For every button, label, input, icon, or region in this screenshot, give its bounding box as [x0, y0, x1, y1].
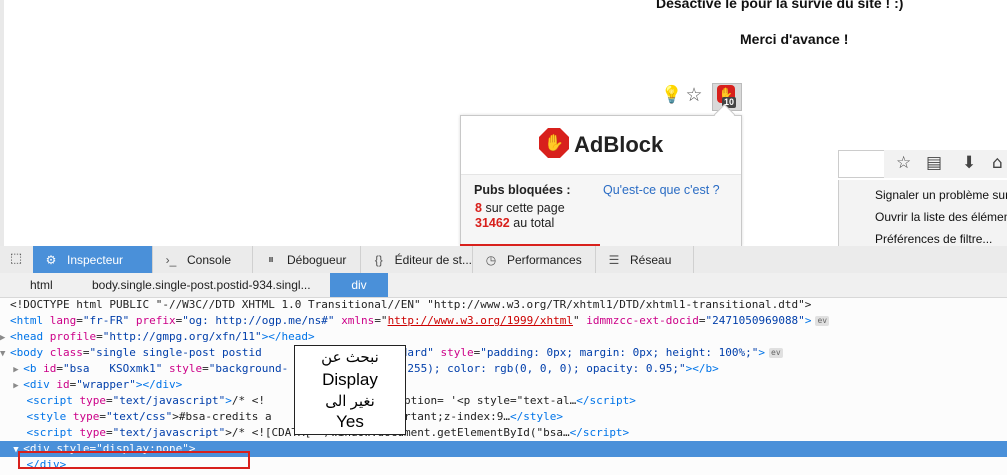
collapse-arrow-icon[interactable]: ▼	[0, 346, 10, 362]
markup-line-wrapper[interactable]: ▶ <div id="wrapper"></div>	[0, 377, 1007, 393]
markup-line-head[interactable]: ▶ <head profile="http://gmpg.org/xfn/11">…	[0, 329, 1007, 345]
page-message-line2: Merci d'avance !	[740, 31, 849, 47]
network-icon: ☰	[608, 252, 620, 267]
event-badge[interactable]: ev	[815, 316, 830, 326]
webpage-area: Désactive le pour la survie du site ! :)…	[0, 0, 1007, 247]
page-left-border	[0, 0, 4, 246]
menu-item-report[interactable]: Signaler un problème sur	[875, 188, 1007, 202]
event-badge[interactable]: ev	[769, 348, 783, 358]
popup-title: AdBlock	[574, 132, 664, 157]
page-count-label: sur cette page	[485, 201, 565, 215]
adblock-popup: ✋ AdBlock Pubs bloquées : Qu'est-ce que …	[460, 115, 742, 247]
page-count-row: 8 sur cette page	[475, 201, 565, 215]
expand-arrow-icon[interactable]: ▶	[13, 378, 23, 394]
markup-line-script2[interactable]: <script type="text/javascript">/* <![CDA…	[0, 425, 1007, 441]
markup-line-html[interactable]: <html lang="fr-FR" prefix="og: http://og…	[0, 313, 1007, 329]
total-count-row: 31462 au total	[475, 216, 554, 230]
markup-line-doctype[interactable]: <!DOCTYPE html PUBLIC "-//W3C//DTD XHTML…	[0, 297, 1007, 313]
console-icon: ›_	[165, 252, 177, 267]
breadcrumb: html body.single.single-post.postid-934.…	[0, 273, 1007, 298]
home-icon[interactable]: ⌂	[992, 153, 1003, 173]
annotation-line1: نبحث عن	[321, 349, 379, 366]
annotation-note: نبحث عن Display نغير الى Yes	[294, 345, 406, 435]
tab-style-editor[interactable]: {} Éditeur de st...	[361, 246, 473, 273]
annotation-line3: نغير الى	[325, 393, 375, 410]
total-count-label: au total	[513, 216, 555, 230]
devtools-panel: ⬚ ⚙ Inspecteur ›_ Console ⏸ Débogueur {} Édi…	[0, 246, 1007, 475]
download-icon[interactable]: ⬇	[962, 153, 976, 173]
highlight-box	[18, 451, 250, 469]
annotation-line4: Yes	[336, 412, 364, 431]
menu-item-filter-prefs[interactable]: Préférences de filtre...	[875, 232, 992, 246]
tab-network[interactable]: ☰ Réseau	[596, 246, 694, 273]
adblock-context-menu: Signaler un problème sur Ouvrir la liste…	[838, 180, 1007, 246]
performance-icon: ◷	[485, 252, 497, 267]
tab-debugger[interactable]: ⏸ Débogueur	[253, 246, 361, 273]
breadcrumb-div[interactable]: div	[330, 273, 388, 297]
page-count: 8	[475, 201, 482, 215]
tab-inspector[interactable]: ⚙ Inspecteur	[33, 246, 153, 273]
browser-toolbar: ☆ ▤ ⬇ ⌂	[884, 150, 1007, 178]
bookmark-star-icon[interactable]: ☆	[896, 153, 911, 173]
expand-arrow-icon[interactable]: ▶	[13, 362, 23, 378]
devtools-tabbar: ⬚ ⚙ Inspecteur ›_ Console ⏸ Débogueur {} Édi…	[0, 246, 1007, 274]
inspector-icon: ⚙	[45, 252, 57, 267]
style-editor-icon: {}	[374, 252, 383, 267]
what-is-this-link[interactable]: Qu'est-ce que c'est ?	[603, 183, 720, 197]
popup-stats: Pubs bloquées : Qu'est-ce que c'est ? 8 …	[461, 175, 741, 247]
markup-line-body[interactable]: ▼ <body class="single single-post postid …	[0, 345, 1007, 361]
blocked-heading: Pubs bloquées :	[474, 183, 571, 197]
tab-performance[interactable]: ◷ Performances	[473, 246, 596, 273]
menu-item-open-list[interactable]: Ouvrir la liste des éléments	[875, 210, 1007, 224]
markup-line-b[interactable]: ▶ <b id="bsa KSOxmk1" style="background- …	[0, 361, 1007, 377]
markup-view[interactable]: <!DOCTYPE html PUBLIC "-//W3C//DTD XHTML…	[0, 297, 1007, 475]
adblock-logo-icon: ✋	[539, 128, 569, 158]
page-message-line1: Désactive le pour la survie du site ! :)	[656, 0, 904, 11]
reading-list-icon[interactable]: ▤	[926, 153, 942, 173]
total-count: 31462	[475, 216, 510, 230]
expand-arrow-icon[interactable]: ▶	[0, 330, 10, 346]
annotation-line2: Display	[322, 370, 378, 389]
debugger-icon: ⏸	[267, 252, 274, 266]
element-picker-icon[interactable]: ⬚	[6, 250, 26, 268]
breadcrumb-html[interactable]: html	[30, 273, 53, 297]
breadcrumb-body[interactable]: body.single.single-post.postid-934.singl…	[92, 273, 311, 297]
markup-line-style[interactable]: <style type="text/css">#bsa-credits a !i…	[0, 409, 1007, 425]
star-icon[interactable]: ☆	[683, 84, 705, 106]
lightbulb-icon[interactable]: 💡	[661, 84, 683, 106]
tab-console[interactable]: ›_ Console	[153, 246, 253, 273]
markup-line-script1[interactable]: <script type="text/javascript">/* <! scr…	[0, 393, 1007, 409]
